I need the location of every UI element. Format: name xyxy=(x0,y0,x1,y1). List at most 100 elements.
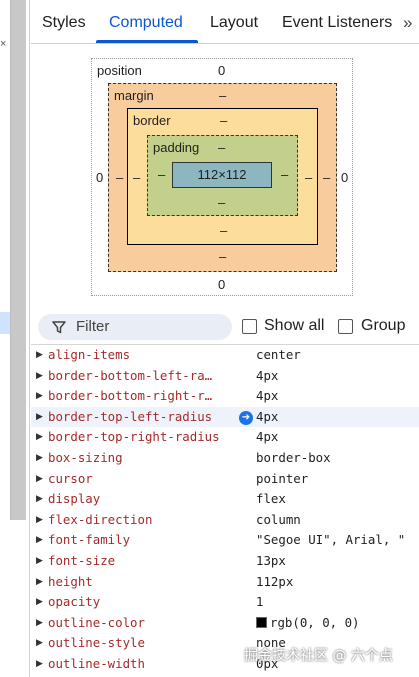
property-name: display xyxy=(48,491,101,507)
property-name: align-items xyxy=(48,347,131,362)
position-label: position xyxy=(97,63,142,78)
border-right-value[interactable]: – xyxy=(305,170,312,185)
property-name: outline-width xyxy=(48,655,145,671)
position-left-value[interactable]: 0 xyxy=(96,170,103,185)
padding-right-value[interactable]: – xyxy=(281,167,288,182)
expand-arrow-icon[interactable]: ▶ xyxy=(36,386,43,407)
expand-arrow-icon[interactable]: ▶ xyxy=(36,407,43,428)
expand-arrow-icon[interactable]: ▶ xyxy=(36,551,43,572)
expand-arrow-icon[interactable]: ▶ xyxy=(36,613,43,634)
color-swatch-icon[interactable] xyxy=(256,616,267,628)
border-left-value[interactable]: – xyxy=(133,170,140,185)
property-row[interactable]: ▶ cursor pointer xyxy=(31,469,419,490)
property-row[interactable]: ▶ font-family "Segoe UI", Arial, " xyxy=(31,530,419,551)
group-label[interactable]: Group xyxy=(361,317,405,335)
property-value: border-box xyxy=(256,449,331,465)
property-row[interactable]: ▶ height 112px xyxy=(31,572,419,593)
property-name: border-top-right-radius xyxy=(48,429,220,445)
expand-arrow-icon[interactable]: ▶ xyxy=(36,530,43,551)
expand-arrow-icon[interactable]: ▶ xyxy=(36,366,43,387)
expand-arrow-icon[interactable]: ▶ xyxy=(36,654,43,675)
padding-top-value[interactable]: – xyxy=(218,140,225,155)
property-name: border-bottom-right-r… xyxy=(48,388,213,404)
property-row[interactable]: ▶ opacity 1 xyxy=(31,592,419,613)
padding-box: padding – – – – 112×112 xyxy=(147,135,298,216)
expand-arrow-icon[interactable]: ▶ xyxy=(36,345,43,366)
expand-arrow-icon[interactable]: ▶ xyxy=(36,633,43,654)
border-bottom-value[interactable]: – xyxy=(220,223,227,238)
border-top-value[interactable]: – xyxy=(220,113,227,128)
tab-computed[interactable]: Computed xyxy=(109,14,183,32)
property-row[interactable]: ▶ border-bottom-left-ra… 4px xyxy=(31,366,419,387)
group-checkbox[interactable] xyxy=(338,319,353,334)
property-value: rgb(0, 0, 0) xyxy=(270,614,360,630)
property-name: opacity xyxy=(48,594,101,610)
expand-arrow-icon[interactable]: ▶ xyxy=(36,469,43,490)
property-value: center xyxy=(256,347,301,362)
content-box[interactable]: 112×112 xyxy=(172,162,272,188)
expand-arrow-icon[interactable]: ▶ xyxy=(36,448,43,469)
property-row[interactable]: ▶ border-top-left-radius ➔ 4px xyxy=(31,406,419,428)
property-value: 4px xyxy=(256,388,279,404)
padding-bottom-value[interactable]: – xyxy=(218,195,225,210)
margin-right-value[interactable]: – xyxy=(323,170,330,185)
position-top-value[interactable]: 0 xyxy=(218,63,225,78)
watermark: 掘金技术社区 @ 六个点 xyxy=(244,648,393,664)
filter-input[interactable]: Filter xyxy=(38,314,232,340)
property-row[interactable]: ▶ align-items center xyxy=(31,345,419,366)
property-value: "Segoe UI", Arial, " xyxy=(256,532,406,548)
property-name: border-bottom-left-ra… xyxy=(48,367,213,383)
active-tab-indicator xyxy=(96,40,198,43)
expand-arrow-icon[interactable]: ▶ xyxy=(36,510,43,531)
tab-event-listeners[interactable]: Event Listeners xyxy=(282,14,392,32)
property-row[interactable]: ▶ font-size 13px xyxy=(31,551,419,572)
property-value: 1 xyxy=(256,594,264,610)
border-label: border xyxy=(133,113,171,128)
more-tabs-icon[interactable]: » xyxy=(403,13,412,33)
property-name: height xyxy=(48,573,93,589)
filter-bar: Filter Show all Group xyxy=(31,309,419,345)
margin-top-value[interactable]: – xyxy=(219,88,226,103)
property-row[interactable]: ▶ flex-direction column xyxy=(31,510,419,531)
property-name: flex-direction xyxy=(48,511,153,527)
go-to-declaration-icon[interactable]: ➔ xyxy=(239,410,253,425)
tab-layout[interactable]: Layout xyxy=(210,14,258,32)
property-value: 4px xyxy=(256,429,279,445)
property-name: font-size xyxy=(48,552,116,568)
property-row[interactable]: ▶ box-sizing border-box xyxy=(31,448,419,469)
gutter-selection xyxy=(0,312,10,334)
position-bottom-value[interactable]: 0 xyxy=(218,277,225,292)
padding-left-value[interactable]: – xyxy=(158,167,165,182)
margin-bottom-value[interactable]: – xyxy=(219,249,226,264)
property-value: 13px xyxy=(256,552,286,568)
property-row[interactable]: ▶ border-top-right-radius 4px xyxy=(31,427,419,448)
property-name: outline-color xyxy=(48,614,145,630)
margin-label: margin xyxy=(114,88,154,103)
border-box: border – – – – padding – – – – 112×112 xyxy=(127,108,318,245)
show-all-checkbox[interactable] xyxy=(242,319,257,334)
margin-left-value[interactable]: – xyxy=(116,170,123,185)
property-name: cursor xyxy=(48,470,93,486)
tab-styles[interactable]: Styles xyxy=(42,14,86,32)
box-model-diagram: position 0 0 0 0 margin – – – – border –… xyxy=(91,58,353,296)
property-value: 112px xyxy=(256,573,294,589)
expand-arrow-icon[interactable]: ▶ xyxy=(36,489,43,510)
property-value-with-swatch: rgb(0, 0, 0) xyxy=(256,613,360,634)
property-row[interactable]: ▶ display flex xyxy=(31,489,419,510)
property-value: pointer xyxy=(256,470,309,486)
gutter-marker: × xyxy=(0,38,7,50)
property-row[interactable]: ▶ border-bottom-right-r… 4px xyxy=(31,386,419,407)
show-all-label[interactable]: Show all xyxy=(264,317,324,335)
devtools-tab-strip: Styles Computed Layout Event Listeners » xyxy=(31,0,419,44)
gutter-scrollbar[interactable] xyxy=(10,0,26,520)
property-value: 4px xyxy=(256,408,279,424)
property-name: outline-style xyxy=(48,635,145,651)
expand-arrow-icon[interactable]: ▶ xyxy=(36,427,43,448)
property-name: font-family xyxy=(48,532,131,548)
position-right-value[interactable]: 0 xyxy=(341,170,348,185)
expand-arrow-icon[interactable]: ▶ xyxy=(36,592,43,613)
padding-label: padding xyxy=(153,140,200,155)
property-name: box-sizing xyxy=(48,449,123,465)
expand-arrow-icon[interactable]: ▶ xyxy=(36,572,43,593)
property-row[interactable]: ▶ outline-color rgb(0, 0, 0) xyxy=(31,613,419,634)
